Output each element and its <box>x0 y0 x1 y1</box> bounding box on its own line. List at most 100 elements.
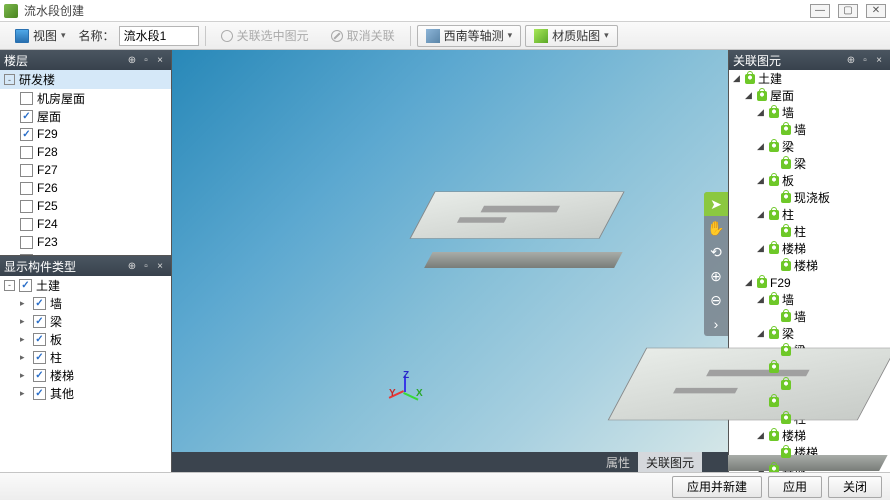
component-item[interactable]: ▸柱 <box>0 348 171 366</box>
checkbox[interactable] <box>20 182 33 195</box>
model-slab-roof[interactable] <box>422 172 612 280</box>
checkbox[interactable] <box>33 369 46 382</box>
linked-tree-item[interactable]: ◢屋面 <box>729 87 890 104</box>
expand-arrow-icon[interactable]: ◢ <box>745 277 754 288</box>
checkbox[interactable] <box>20 236 33 249</box>
zoom-out-tool[interactable]: ⊖ <box>704 288 728 312</box>
cancel-link-button[interactable]: 取消关联 <box>322 25 404 47</box>
close-button[interactable]: 关闭 <box>828 476 882 498</box>
floors-tree[interactable]: - 研发楼 机房屋面屋面F29F28F27F26F25F24F23F22F21F… <box>0 70 171 255</box>
floor-item[interactable]: F25 <box>0 197 171 215</box>
component-item[interactable]: ▸梁 <box>0 312 171 330</box>
expand-arrow-icon[interactable]: ▸ <box>20 388 29 399</box>
model-slab-f29[interactable] <box>627 318 877 472</box>
floor-item[interactable]: F26 <box>0 179 171 197</box>
expand-arrow-icon[interactable]: ◢ <box>757 294 766 305</box>
checkbox[interactable] <box>33 333 46 346</box>
pin-icon[interactable]: ⊕ <box>125 55 139 66</box>
expand-arrow-icon[interactable]: ◢ <box>757 141 766 152</box>
expand-arrow-icon[interactable]: ◢ <box>757 175 766 186</box>
component-item[interactable]: ▸其他 <box>0 384 171 402</box>
linked-tree-item[interactable]: ◢板 <box>729 172 890 189</box>
checkbox[interactable] <box>20 200 33 213</box>
orbit-tool[interactable]: ⟲ <box>704 240 728 264</box>
expand-arrow-icon[interactable] <box>769 159 778 169</box>
link-selected-button[interactable]: 关联选中图元 <box>212 25 318 47</box>
expand-arrow-icon[interactable] <box>769 193 778 203</box>
linked-tree-item[interactable]: 楼梯 <box>729 257 890 274</box>
linked-tree-item[interactable]: ◢土建 <box>729 70 890 87</box>
dock-icon[interactable]: ▫ <box>139 261 153 272</box>
close-icon[interactable]: × <box>153 261 167 272</box>
component-item[interactable]: ▸板 <box>0 330 171 348</box>
expand-toggle[interactable]: - <box>4 280 15 291</box>
linked-tree-item[interactable]: 梁 <box>729 155 890 172</box>
linked-tree-item[interactable]: ◢F29 <box>729 274 890 291</box>
components-tree[interactable]: - 土建 ▸墙▸梁▸板▸柱▸楼梯▸其他 <box>0 276 171 472</box>
floor-item[interactable]: F29 <box>0 125 171 143</box>
close-icon[interactable]: × <box>872 55 886 66</box>
floor-item[interactable]: 机房屋面 <box>0 89 171 107</box>
view-menu-button[interactable]: 视图 ▾ <box>6 25 75 47</box>
linked-tree-item[interactable]: 现浇板 <box>729 189 890 206</box>
expand-arrow-icon[interactable] <box>769 125 778 135</box>
checkbox[interactable] <box>20 218 33 231</box>
checkbox[interactable] <box>20 110 33 123</box>
checkbox[interactable] <box>33 297 46 310</box>
axon-view-button[interactable]: 西南等轴测 ▾ <box>417 25 522 47</box>
checkbox[interactable] <box>20 92 33 105</box>
apply-button[interactable]: 应用 <box>768 476 822 498</box>
expand-arrow-icon[interactable]: ▸ <box>20 352 29 363</box>
expand-toggle[interactable]: - <box>4 74 15 85</box>
minimize-button[interactable]: — <box>810 4 830 18</box>
linked-tree-item[interactable]: ◢楼梯 <box>729 240 890 257</box>
linked-tree-item[interactable]: ◢墙 <box>729 291 890 308</box>
expand-arrow-icon[interactable]: ◢ <box>757 209 766 220</box>
floors-root[interactable]: - 研发楼 <box>0 70 171 89</box>
pin-icon[interactable]: ⊕ <box>125 261 139 272</box>
floor-item[interactable]: F23 <box>0 233 171 251</box>
collapse-tools[interactable]: › <box>704 312 728 336</box>
dock-icon[interactable]: ▫ <box>858 55 872 66</box>
checkbox[interactable] <box>33 387 46 400</box>
component-item[interactable]: ▸楼梯 <box>0 366 171 384</box>
close-window-button[interactable]: ✕ <box>866 4 886 18</box>
floor-item[interactable]: F28 <box>0 143 171 161</box>
linked-tree-item[interactable]: 墙 <box>729 121 890 138</box>
checkbox[interactable] <box>20 164 33 177</box>
expand-arrow-icon[interactable] <box>769 261 778 271</box>
checkbox[interactable] <box>19 279 32 292</box>
checkbox[interactable] <box>20 128 33 141</box>
floor-item[interactable]: 屋面 <box>0 107 171 125</box>
expand-arrow-icon[interactable]: ▸ <box>20 370 29 381</box>
viewport-3d[interactable]: Y Z X ➤ ✋ ⟲ ⊕ ⊖ › 属性 关联图元 <box>172 50 728 472</box>
material-map-button[interactable]: 材质贴图 ▾ <box>525 25 618 47</box>
expand-arrow-icon[interactable]: ▸ <box>20 334 29 345</box>
pan-tool[interactable]: ✋ <box>704 216 728 240</box>
checkbox[interactable] <box>33 351 46 364</box>
segment-name-input[interactable] <box>119 26 199 46</box>
linked-tree-item[interactable]: ◢墙 <box>729 104 890 121</box>
expand-arrow-icon[interactable]: ◢ <box>745 90 754 101</box>
floor-item[interactable]: F27 <box>0 161 171 179</box>
apply-and-new-button[interactable]: 应用并新建 <box>672 476 762 498</box>
dock-icon[interactable]: ▫ <box>139 55 153 66</box>
tab-linked-elements[interactable]: 关联图元 <box>638 452 702 473</box>
tab-attributes[interactable]: 属性 <box>598 452 638 473</box>
expand-arrow-icon[interactable]: ▸ <box>20 298 29 309</box>
expand-arrow-icon[interactable]: ◢ <box>757 243 766 254</box>
maximize-button[interactable]: ▢ <box>838 4 858 18</box>
pin-icon[interactable]: ⊕ <box>844 55 858 66</box>
expand-arrow-icon[interactable]: ◢ <box>733 73 742 84</box>
components-root[interactable]: - 土建 <box>0 276 171 294</box>
checkbox[interactable] <box>33 315 46 328</box>
linked-tree-item[interactable]: ◢梁 <box>729 138 890 155</box>
expand-arrow-icon[interactable]: ◢ <box>757 107 766 118</box>
close-icon[interactable]: × <box>153 55 167 66</box>
expand-arrow-icon[interactable]: ▸ <box>20 316 29 327</box>
checkbox[interactable] <box>20 146 33 159</box>
zoom-in-tool[interactable]: ⊕ <box>704 264 728 288</box>
select-tool[interactable]: ➤ <box>704 192 728 216</box>
expand-arrow-icon[interactable] <box>769 227 778 237</box>
linked-tree-item[interactable]: 柱 <box>729 223 890 240</box>
